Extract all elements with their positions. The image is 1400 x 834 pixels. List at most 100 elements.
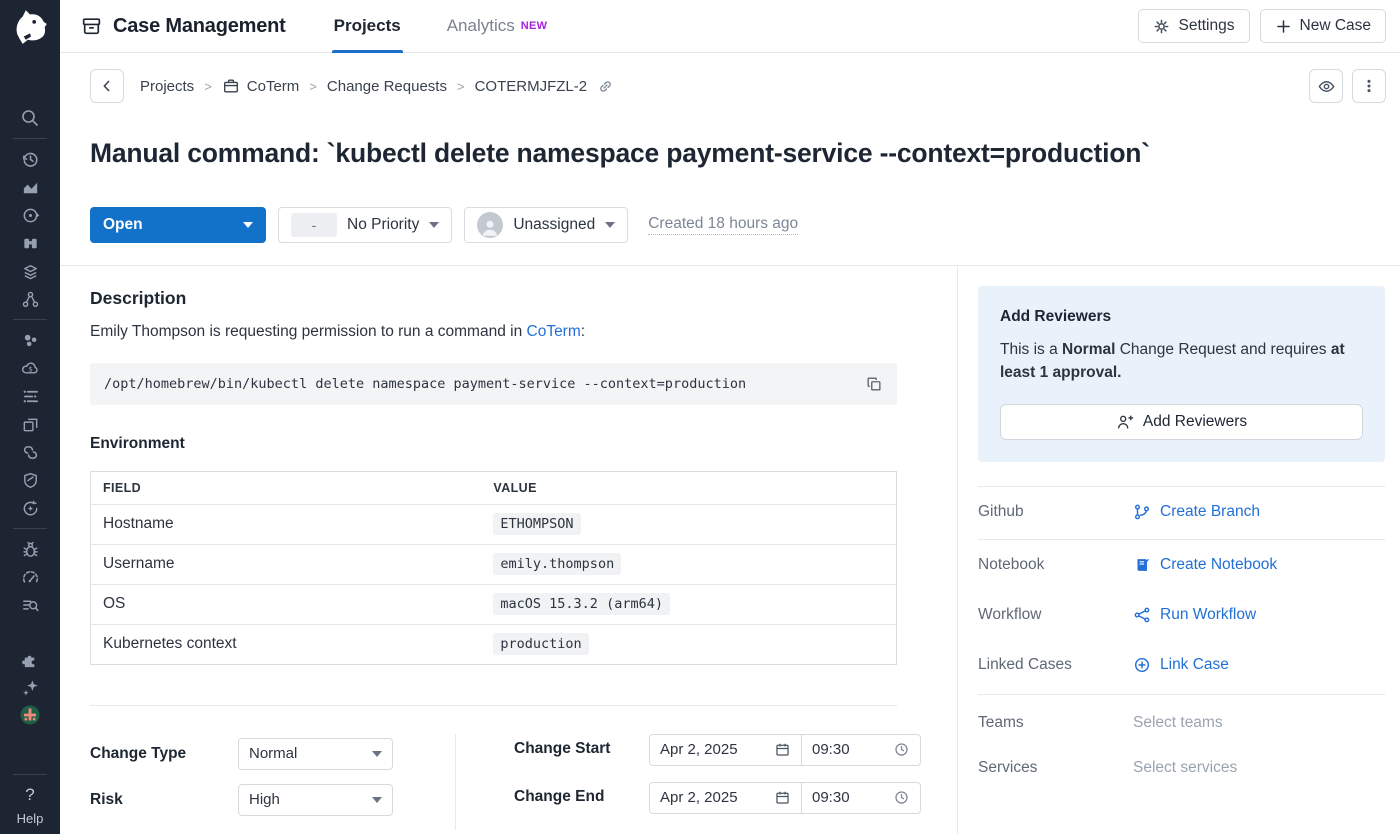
select-teams-field[interactable]: Select teams	[1133, 714, 1223, 732]
gear-icon	[1153, 18, 1170, 35]
value-chip: emily.thompson	[493, 553, 621, 575]
plus-circle-icon	[1133, 656, 1151, 674]
create-branch-link[interactable]: Create Branch	[1133, 503, 1260, 521]
description-heading: Description	[90, 288, 897, 309]
clock-icon	[893, 789, 910, 806]
add-reviewers-heading: Add Reviewers	[1000, 308, 1363, 326]
workflow-label: Workflow	[978, 606, 1133, 624]
copy-button[interactable]	[865, 375, 883, 393]
case-management-active-icon[interactable]	[0, 701, 60, 729]
chain-icon[interactable]	[0, 438, 60, 466]
priority-badge: -	[291, 213, 337, 237]
services-row: Services Select services	[978, 740, 1385, 777]
puzzle-icon[interactable]	[0, 645, 60, 673]
copy-icon	[865, 375, 883, 393]
shield-icon[interactable]	[0, 466, 60, 494]
teams-row: Teams Select teams	[978, 695, 1385, 740]
linked-cases-row: Linked Cases Link Case	[978, 640, 1385, 690]
change-start-time-input[interactable]: 09:30	[802, 735, 920, 765]
metrics-icon[interactable]	[0, 173, 60, 201]
gauge-icon[interactable]	[0, 563, 60, 591]
table-row: Username emily.thompson	[91, 544, 897, 584]
refresh-star-icon[interactable]	[0, 494, 60, 522]
value-chip: production	[493, 633, 588, 655]
change-form: Change Type Normal Risk High	[90, 734, 897, 830]
briefcase-icon	[222, 77, 240, 95]
watch-button[interactable]	[1309, 69, 1343, 103]
back-button[interactable]	[90, 69, 124, 103]
breadcrumb: Projects > CoTerm > Change Requests > CO…	[140, 77, 614, 95]
description-text: Emily Thompson is requesting permission …	[90, 323, 897, 341]
change-start-date-input[interactable]: Apr 2, 2025	[650, 735, 802, 765]
service-map-icon[interactable]	[0, 285, 60, 313]
doc-search-icon[interactable]	[0, 591, 60, 619]
coterm-link[interactable]: CoTerm	[527, 323, 581, 340]
select-services-field[interactable]: Select services	[1133, 759, 1237, 777]
breadcrumb-case-id[interactable]: COTERMJFZL-2	[475, 78, 588, 95]
chevron-down-icon	[243, 222, 253, 228]
binoculars-icon[interactable]	[0, 229, 60, 257]
assignee-dropdown[interactable]: Unassigned	[464, 207, 628, 243]
column-header-value: VALUE	[481, 471, 896, 504]
run-workflow-link[interactable]: Run Workflow	[1133, 606, 1256, 624]
eye-icon	[1317, 77, 1336, 96]
history-icon[interactable]	[0, 145, 60, 173]
priority-dropdown[interactable]: - No Priority	[278, 207, 452, 243]
github-label: Github	[978, 503, 1133, 521]
status-row: Open - No Priority Unassigned Created 18…	[60, 191, 1400, 265]
help-label[interactable]: Help	[17, 811, 44, 826]
change-end-date-input[interactable]: Apr 2, 2025	[650, 783, 802, 813]
avatar	[477, 212, 503, 238]
table-row: OS macOS 15.3.2 (arm64)	[91, 584, 897, 624]
table-row: Hostname ETHOMPSON	[91, 504, 897, 544]
new-case-button[interactable]: New Case	[1260, 9, 1387, 43]
workflow-icon	[1133, 606, 1151, 624]
notebook-icon	[1133, 556, 1151, 574]
workflow-row: Workflow Run Workflow	[978, 590, 1385, 640]
new-badge: NEW	[521, 20, 548, 32]
bug-icon[interactable]	[0, 535, 60, 563]
link-case-link[interactable]: Link Case	[1133, 656, 1229, 674]
log-indexes-icon[interactable]	[0, 382, 60, 410]
person-plus-icon	[1116, 413, 1134, 431]
breadcrumb-row: Projects > CoTerm > Change Requests > CO…	[60, 53, 1400, 103]
risk-label: Risk	[90, 791, 238, 809]
settings-button[interactable]: Settings	[1138, 9, 1249, 43]
divider	[90, 705, 897, 706]
status-dropdown[interactable]: Open	[90, 207, 266, 243]
breadcrumb-change-requests[interactable]: Change Requests	[327, 78, 447, 95]
software-catalog-icon[interactable]	[0, 410, 60, 438]
breadcrumb-projects[interactable]: Projects	[140, 78, 194, 95]
case-management-icon	[80, 15, 103, 38]
cloud-cost-icon[interactable]: $	[0, 354, 60, 382]
hexagons-icon[interactable]	[0, 326, 60, 354]
apm-icon[interactable]	[0, 201, 60, 229]
more-actions-button[interactable]	[1352, 69, 1386, 103]
layers-icon[interactable]	[0, 257, 60, 285]
chevron-down-icon	[372, 797, 382, 803]
add-reviewers-button[interactable]: Add Reviewers	[1000, 404, 1363, 440]
breadcrumb-project[interactable]: CoTerm	[222, 77, 300, 95]
change-type-select[interactable]: Normal	[238, 738, 393, 770]
calendar-icon	[774, 741, 791, 758]
change-end-time-input[interactable]: 09:30	[802, 783, 920, 813]
tab-analytics[interactable]: Analytics NEW	[445, 0, 550, 53]
change-type-label: Change Type	[90, 745, 238, 763]
add-reviewers-panel: Add Reviewers This is a Normal Change Re…	[978, 286, 1385, 462]
tab-projects[interactable]: Projects	[332, 0, 403, 53]
risk-select[interactable]: High	[238, 784, 393, 816]
search-icon[interactable]	[0, 104, 60, 132]
services-label: Services	[978, 759, 1133, 777]
main-content: Description Emily Thompson is requesting…	[60, 266, 958, 834]
right-rail: Add Reviewers This is a Normal Change Re…	[958, 266, 1400, 834]
datadog-logo[interactable]	[9, 4, 51, 46]
chevron-down-icon	[372, 751, 382, 757]
link-icon[interactable]	[597, 78, 614, 95]
plus-icon	[1275, 18, 1292, 35]
create-notebook-link[interactable]: Create Notebook	[1133, 556, 1277, 574]
change-start-label: Change Start	[514, 734, 649, 759]
help-icon[interactable]: ?	[0, 781, 60, 809]
sparkles-icon[interactable]	[0, 673, 60, 701]
clock-icon	[893, 741, 910, 758]
environment-table: FIELD VALUE Hostname ETHOMPSON Username …	[90, 471, 897, 665]
